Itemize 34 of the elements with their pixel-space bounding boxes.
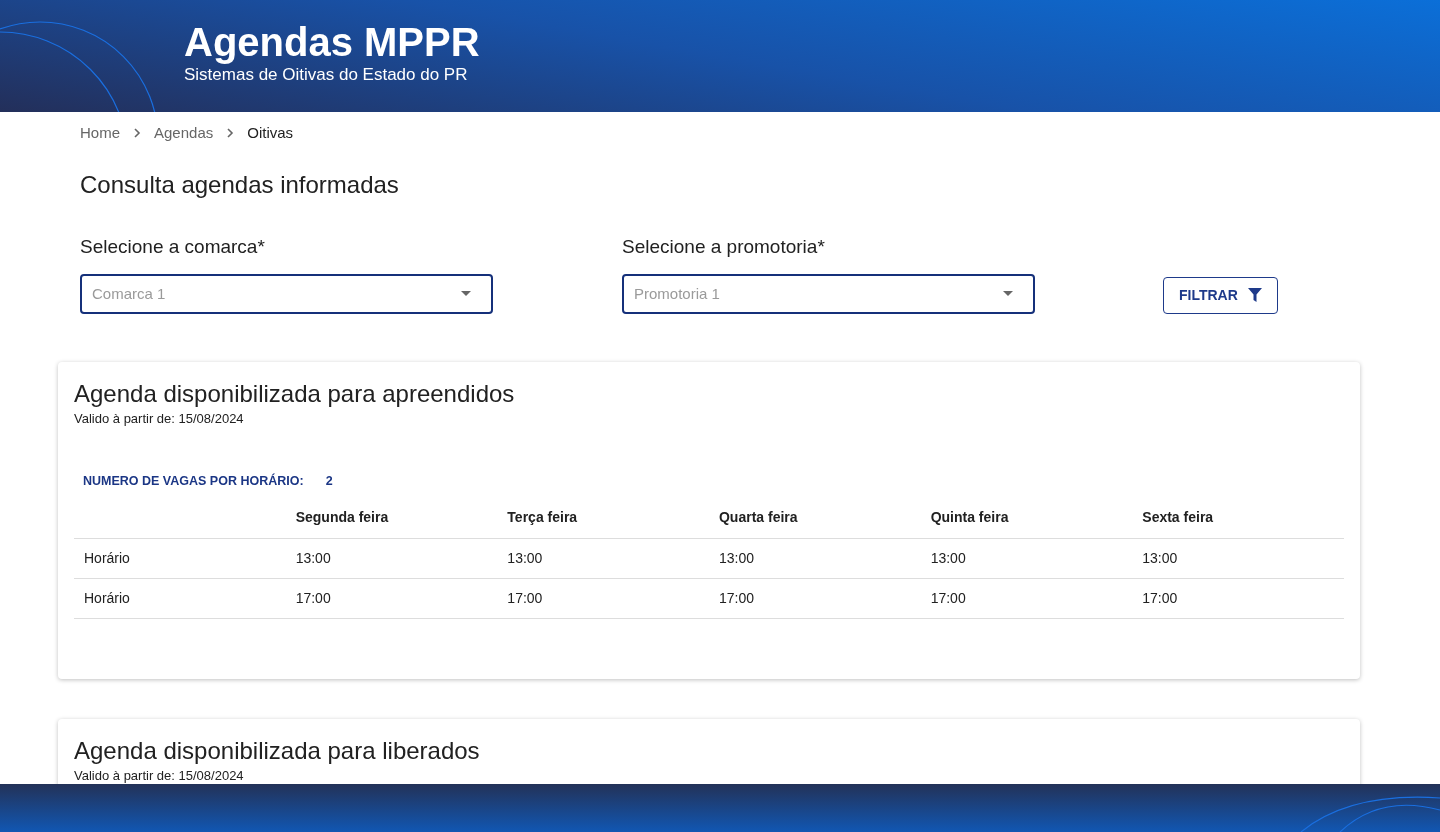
column-header: Segunda feira [285, 506, 498, 539]
slots-label: NUMERO DE VAGAS POR HORÁRIO: [83, 472, 304, 491]
table-cell: 17:00 [920, 578, 1133, 619]
table-cell: 13:00 [285, 538, 498, 579]
page-title: Consulta agendas informadas [80, 170, 400, 200]
breadcrumb-link[interactable]: Agendas [154, 122, 214, 145]
column-header: Quarta feira [709, 506, 921, 539]
table-cell: 13:00 [1132, 538, 1344, 579]
table-cell: Horário [74, 538, 286, 579]
table-cell: 17:00 [709, 578, 921, 619]
dropdown-caret-icon [1003, 291, 1013, 297]
field-label: Selecione a promotoria* [622, 235, 826, 260]
table-cell: 17:00 [1132, 578, 1344, 619]
card-title: Agenda disponibilizada para liberados [74, 736, 481, 766]
column-header: Quinta feira [920, 506, 1133, 539]
slots-value: 2 [325, 473, 333, 491]
column-header: Terça feira [497, 506, 709, 539]
app-subtitle: Sistemas de Oitivas do Estado do PR [184, 64, 469, 86]
funnel-icon [1247, 288, 1262, 303]
dropdown-caret-icon [461, 291, 471, 297]
validity-date: Valido à partir de: 15/08/2024 [74, 766, 245, 784]
table-cell: Horário [74, 578, 286, 619]
table-cell: 17:00 [497, 578, 709, 619]
filter-button[interactable]: FILTRAR [1163, 276, 1278, 314]
table-cell: 13:00 [709, 538, 921, 579]
table-cell: 13:00 [497, 538, 709, 579]
field-label: Selecione a comarca* [80, 235, 266, 260]
breadcrumb-link[interactable]: Home [80, 122, 120, 145]
app-title: Agendas MPPR [184, 20, 481, 64]
validity-date: Valido à partir de: 15/08/2024 [74, 409, 245, 428]
column-header: Sexta feira [1132, 506, 1344, 539]
table-cell: 13:00 [920, 538, 1133, 579]
table-cell: 17:00 [285, 578, 498, 619]
card-title: Agenda disponibilizada para apreendidos [74, 379, 516, 409]
